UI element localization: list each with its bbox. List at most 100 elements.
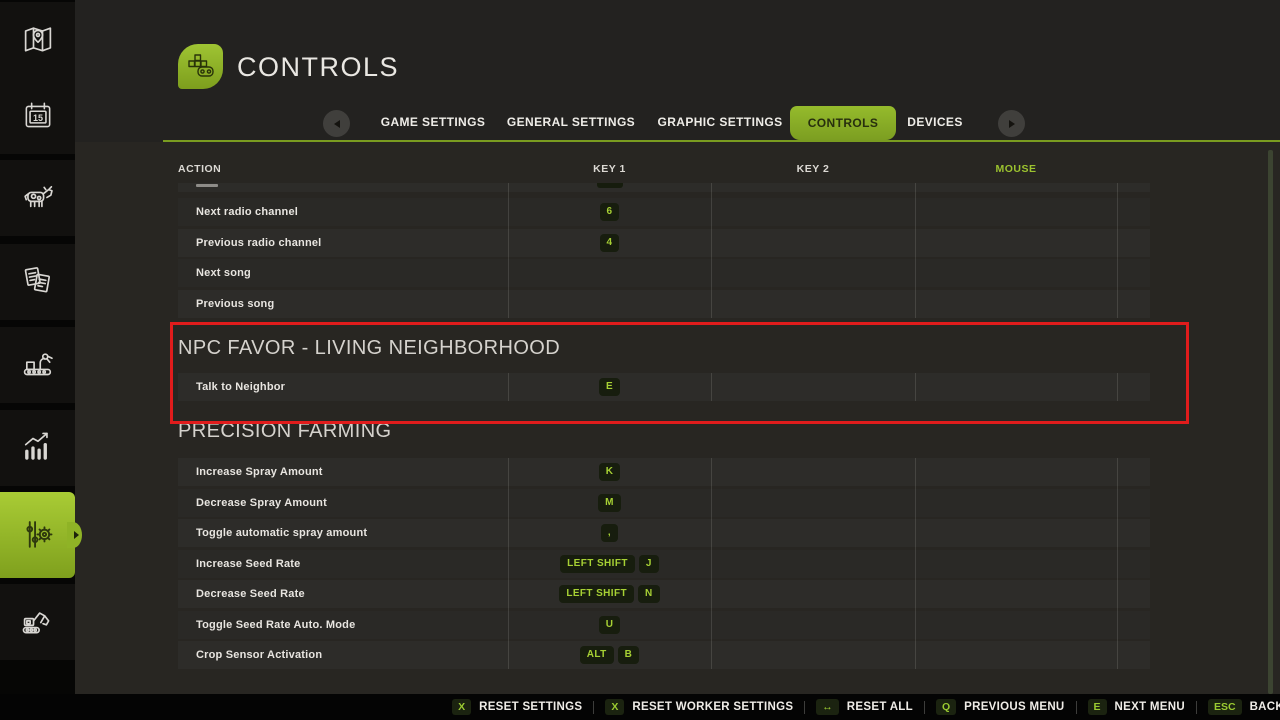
sidebar-item-calendar[interactable]: 15: [0, 78, 75, 154]
table-row-previous-song[interactable]: Previous song: [178, 290, 1150, 318]
key1-cell[interactable]: [508, 183, 711, 188]
table-row-previous-radio-channel[interactable]: Previous radio channel4: [178, 229, 1150, 257]
tab-devices[interactable]: DEVICES: [907, 115, 962, 129]
key-hint-badge: X: [452, 699, 471, 716]
action-label: [178, 183, 508, 187]
cow-icon: [19, 179, 57, 217]
tabs-next-button[interactable]: [998, 110, 1025, 137]
key-badge: 4: [600, 234, 620, 252]
rows-container: Increase Spray AmountK Decrease Spray Amo…: [178, 458, 1150, 669]
documents-icon: [19, 263, 57, 301]
sidebar-item-production[interactable]: [0, 327, 75, 403]
table-row-toggle-seed-rate-auto-mode[interactable]: Toggle Seed Rate Auto. Mode U: [178, 611, 1150, 639]
binding-group-precision-farming: PRECISION FARMINGIncrease Spray AmountKD…: [178, 404, 1150, 672]
tab-graphic-settings[interactable]: GRAPHIC SETTINGS: [657, 115, 782, 129]
key-badge: U: [599, 616, 621, 634]
svg-text:15: 15: [32, 113, 42, 123]
action-label: Toggle automatic spray amount: [178, 527, 508, 539]
table-row-decrease-spray-amount[interactable]: Decrease Spray AmountM: [178, 489, 1150, 517]
action-label: Crop Sensor Activation: [178, 649, 508, 661]
key1-cell[interactable]: U: [508, 616, 711, 634]
sidebar-item-statistics[interactable]: [0, 410, 75, 486]
key-badge: 6: [600, 203, 620, 221]
tab-controls[interactable]: CONTROLS: [790, 106, 896, 140]
table-row-next-radio-channel[interactable]: Next radio channel6: [178, 198, 1150, 226]
tab-game-settings[interactable]: GAME SETTINGS: [381, 115, 486, 129]
key1-cell[interactable]: ,: [508, 524, 711, 542]
action-label: Next song: [178, 267, 508, 279]
key-badge: K: [599, 463, 621, 481]
key-badge: ,: [601, 524, 618, 542]
sidebar-item-map[interactable]: [0, 2, 75, 78]
key-hint-badge: Q: [936, 699, 956, 716]
bottom-action-reset-settings[interactable]: X RESET SETTINGS: [452, 699, 582, 716]
rows-container: Next radio channel6 Previous radio channe…: [178, 183, 1150, 318]
key-badge: N: [638, 585, 660, 603]
sidebar-item-construction[interactable]: [0, 584, 75, 660]
key1-cell[interactable]: ALTB: [508, 646, 711, 664]
scrollbar[interactable]: [1268, 150, 1273, 694]
key1-cell[interactable]: E: [508, 378, 711, 396]
table-row-talk-to-neighbor[interactable]: Talk to Neighbor E: [178, 373, 1150, 401]
table-row-decrease-seed-rate[interactable]: Decrease Seed RateLEFT SHIFTN: [178, 580, 1150, 608]
table-row-crop-sensor-activation[interactable]: Crop Sensor ActivationALTB: [178, 641, 1150, 669]
sidebar-item-contracts[interactable]: [0, 244, 75, 320]
divider: [593, 701, 594, 714]
action-hint-label: RESET WORKER SETTINGS: [632, 701, 793, 713]
table-row-toggle-automatic-spray-amount[interactable]: Toggle automatic spray amount,: [178, 519, 1150, 547]
divider: [924, 701, 925, 714]
table-row-increase-seed-rate[interactable]: Increase Seed RateLEFT SHIFTJ: [178, 550, 1150, 578]
column-divider: [711, 458, 712, 669]
controls-leaf-badge: [178, 44, 223, 89]
key1-cell[interactable]: K: [508, 463, 711, 481]
bottom-action-reset-worker-settings[interactable]: XRESET WORKER SETTINGS: [605, 699, 793, 716]
key1-cell[interactable]: 6: [508, 203, 711, 221]
table-row-next-song[interactable]: Next song: [178, 259, 1150, 287]
action-label: Previous song: [178, 298, 508, 310]
key-badge: E: [599, 378, 620, 396]
calendar-icon: 15: [20, 98, 56, 134]
column-header-key-2: KEY 2: [797, 163, 830, 175]
chevron-right-icon: [1009, 120, 1015, 128]
bottom-action-previous-menu[interactable]: QPREVIOUS MENU: [936, 699, 1065, 716]
action-hint-label: RESET SETTINGS: [479, 701, 582, 713]
action-hint-label: NEXT MENU: [1115, 701, 1185, 713]
clipped-key-fragment: [597, 183, 623, 188]
key1-cell[interactable]: LEFT SHIFTN: [508, 585, 711, 603]
rows-container: Talk to Neighbor E: [178, 373, 1150, 401]
sidebar-item-animals[interactable]: [0, 160, 75, 236]
key-hint-badge: ↔: [816, 699, 839, 716]
tabs-prev-button[interactable]: [323, 110, 350, 137]
action-label: Decrease Seed Rate: [178, 588, 508, 600]
key-badge: B: [618, 646, 640, 664]
action-label: Talk to Neighbor: [178, 381, 508, 393]
table-header: ACTIONKEY 1KEY 2MOUSE: [178, 163, 1150, 179]
statistics-icon: [19, 429, 57, 467]
tab-general-settings[interactable]: GENERAL SETTINGS: [507, 115, 635, 129]
key1-cell[interactable]: 4: [508, 234, 711, 252]
page-title: CONTROLS: [237, 52, 399, 83]
excavator-icon: [19, 603, 57, 641]
bottom-bar: XRESET SETTINGSXRESET WORKER SETTINGS↔RE…: [0, 694, 1280, 720]
column-divider: [915, 183, 916, 318]
section-title: NPC FAVOR - LIVING NEIGHBORHOOD: [178, 323, 1150, 373]
column-header-mouse: MOUSE: [995, 163, 1036, 175]
action-label: Increase Seed Rate: [178, 558, 508, 570]
key1-cell[interactable]: LEFT SHIFTJ: [508, 555, 711, 573]
table-row-increase-spray-amount[interactable]: Increase Spray AmountK: [178, 458, 1150, 486]
bottom-action-next-menu[interactable]: ENEXT MENU: [1088, 699, 1185, 716]
action-label: Toggle Seed Rate Auto. Mode: [178, 619, 508, 631]
key1-cell[interactable]: M: [508, 494, 711, 512]
chevron-left-icon: [334, 120, 340, 128]
production-icon: [19, 346, 57, 384]
sidebar-item-settings[interactable]: [0, 492, 75, 578]
column-divider: [1117, 183, 1118, 318]
divider: [804, 701, 805, 714]
bottom-action-reset-all[interactable]: ↔RESET ALL: [816, 699, 913, 716]
column-header-key-1: KEY 1: [593, 163, 626, 175]
divider: [1076, 701, 1077, 714]
table-row[interactable]: [178, 183, 1150, 192]
key-badge: LEFT SHIFT: [560, 555, 635, 573]
bottom-action-back[interactable]: ESCBACK: [1208, 699, 1280, 716]
key-badge: LEFT SHIFT: [559, 585, 634, 603]
